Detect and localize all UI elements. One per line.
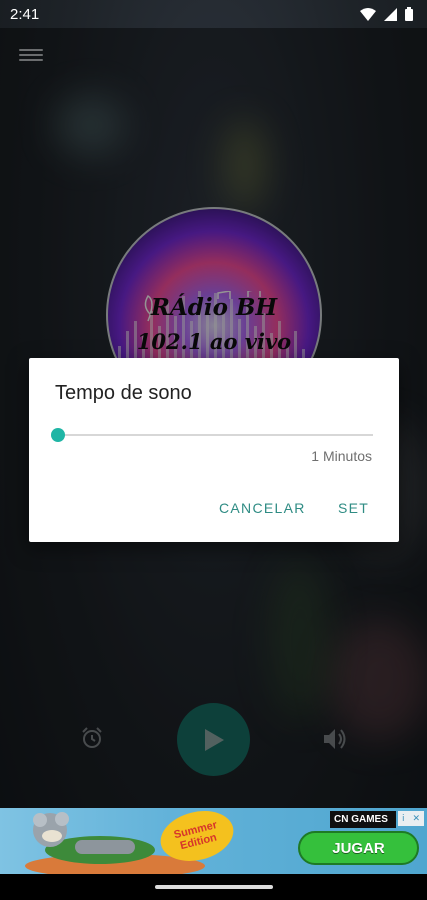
- status-time: 2:41: [10, 5, 40, 23]
- home-gesture-handle[interactable]: [155, 885, 273, 889]
- app-screen: 2:41 RÁdio BH 102.1 ao vivo Tempo de son…: [0, 0, 427, 900]
- status-icons: [360, 7, 413, 21]
- dialog-title: Tempo de sono: [55, 382, 192, 404]
- slider-track: [57, 434, 373, 436]
- ad-play-button[interactable]: JUGAR: [298, 831, 419, 865]
- ad-brand-label: CN GAMES: [330, 811, 396, 828]
- cancel-button[interactable]: CANCELAR: [219, 500, 306, 516]
- ad-info-icon[interactable]: i ✕: [398, 811, 424, 826]
- ad-banner[interactable]: Summer Edition CN GAMES i ✕ JUGAR: [0, 808, 427, 874]
- sleep-timer-dialog: Tempo de sono 1 Minutos CANCELAR SET: [29, 358, 399, 542]
- status-bar: 2:41: [0, 0, 427, 28]
- wifi-icon: [360, 7, 376, 21]
- signal-icon: [384, 7, 397, 21]
- slider-thumb[interactable]: [51, 428, 65, 442]
- slider-value-label: 1 Minutos: [311, 448, 372, 464]
- battery-icon: [405, 7, 413, 21]
- sleep-time-slider[interactable]: [51, 425, 373, 445]
- set-button[interactable]: SET: [338, 500, 369, 516]
- navigation-bar: [0, 874, 427, 900]
